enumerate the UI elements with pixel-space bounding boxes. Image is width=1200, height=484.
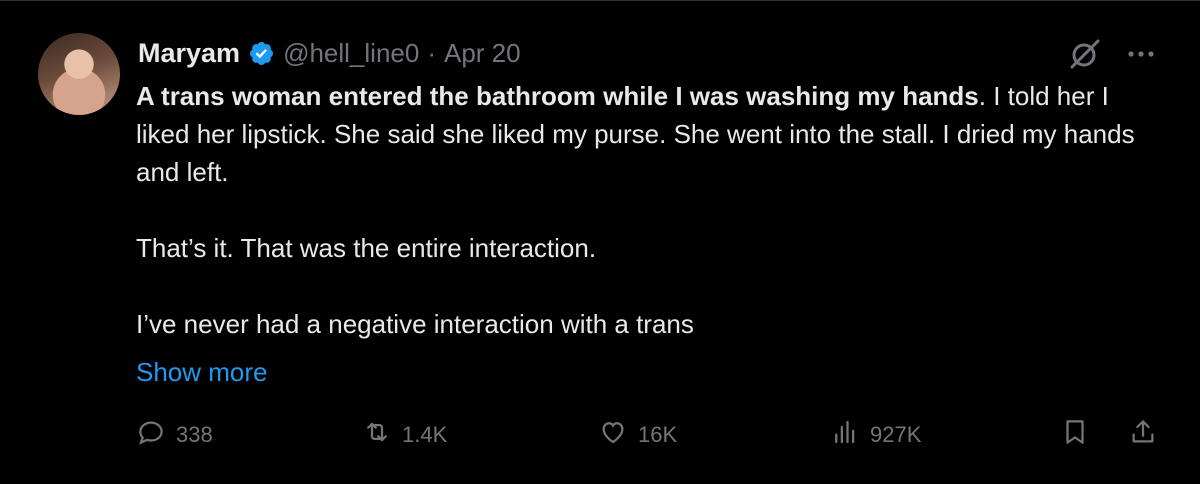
author-name[interactable]: Maryam	[138, 38, 240, 69]
bookmark-button[interactable]	[1060, 413, 1090, 457]
views-icon	[830, 417, 860, 453]
grok-icon[interactable]	[1068, 37, 1102, 71]
avatar[interactable]	[38, 33, 120, 115]
like-icon	[598, 417, 628, 453]
show-more-link[interactable]: Show more	[136, 353, 268, 391]
author-handle[interactable]: @hell_line0	[283, 38, 419, 69]
bookmark-icon	[1060, 417, 1090, 453]
tweet-header: Maryam @hell_line0 · Apr 20	[138, 33, 521, 73]
repost-icon	[362, 417, 392, 453]
separator-dot: ·	[427, 37, 436, 68]
share-button[interactable]	[1128, 413, 1158, 457]
tweet-paragraph-3: I’ve never had a negative interaction wi…	[136, 309, 694, 339]
tweet-text-bold: A trans woman entered the bathroom while…	[136, 81, 979, 111]
repost-count: 1.4K	[402, 422, 448, 447]
views-button[interactable]: 927K	[830, 413, 921, 457]
reply-icon	[136, 417, 166, 453]
like-button[interactable]: 16K	[598, 413, 677, 457]
views-count: 927K	[870, 422, 922, 447]
tweet-text: A trans woman entered the bathroom while…	[136, 77, 1136, 343]
tweet-actions: 338 1.4K 16K 927K	[136, 413, 1166, 457]
reply-count: 338	[176, 422, 213, 447]
tweet-paragraph-2: That’s it. That was the entire interacti…	[136, 233, 597, 263]
like-count: 16K	[638, 422, 678, 447]
reply-button[interactable]: 338	[136, 413, 213, 457]
repost-button[interactable]: 1.4K	[362, 413, 447, 457]
tweet-card[interactable]: Maryam @hell_line0 · Apr 20 A trans woma…	[0, 0, 1200, 484]
verified-badge-icon[interactable]	[248, 40, 275, 67]
share-icon	[1128, 417, 1158, 453]
more-icon[interactable]	[1124, 39, 1158, 69]
tweet-paragraph-1: A trans woman entered the bathroom while…	[136, 77, 1136, 191]
tweet-date[interactable]: Apr 20	[444, 38, 521, 69]
